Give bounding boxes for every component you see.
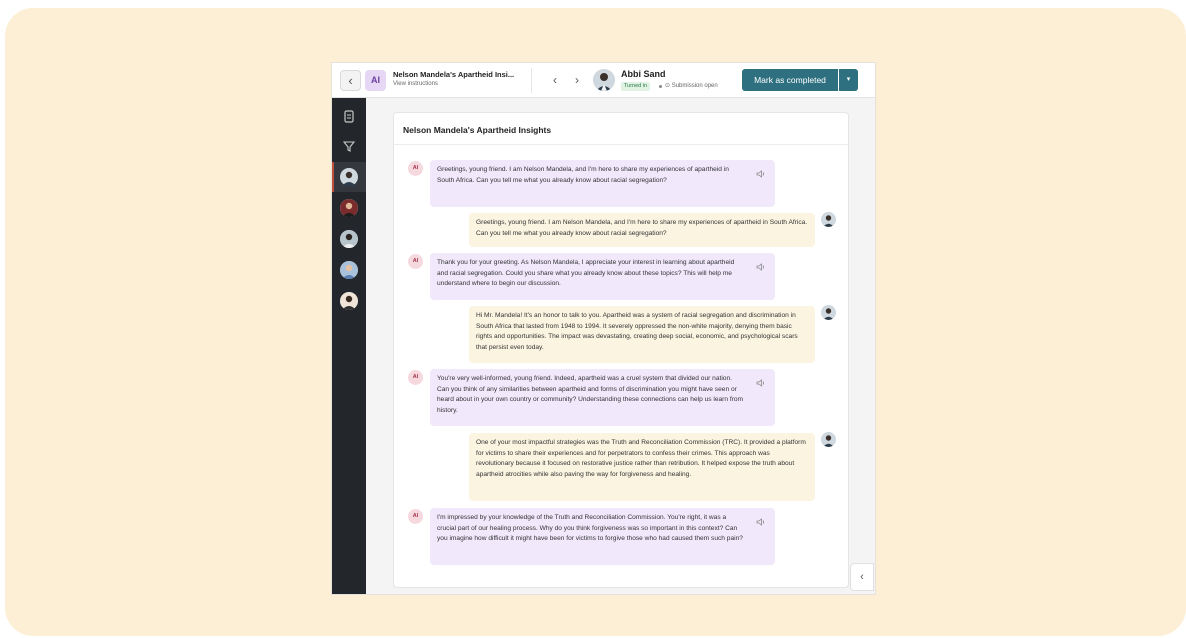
message-text: I'm impressed by your knowledge of the T… [437, 514, 743, 543]
ai-assignment-icon: AI [365, 70, 386, 91]
avatar [340, 292, 358, 310]
message-text: Hi Mr. Mandela! It's an honor to talk to… [476, 312, 798, 352]
next-student-button[interactable]: › [571, 72, 583, 88]
avatar [593, 69, 615, 91]
avatar [821, 305, 836, 320]
message-text: You're very well-informed, young friend.… [437, 375, 744, 415]
previous-student-button[interactable]: ‹ [549, 72, 561, 88]
sidebar-student-3[interactable] [340, 230, 358, 248]
chevron-down-icon: ▾ [846, 76, 851, 83]
document-icon[interactable] [342, 110, 356, 124]
status-badge: Turned in [621, 82, 651, 91]
student-name: Abbi Sand [621, 69, 666, 79]
chevron-left-icon: ‹ [860, 571, 864, 583]
view-instructions-link[interactable]: View instructions [393, 81, 438, 87]
ai-avatar: AI [408, 161, 423, 176]
header-divider [531, 68, 532, 93]
message-text: Greetings, young friend. I am Nelson Man… [437, 166, 729, 184]
ai-avatar: AI [408, 509, 423, 524]
message-text: Thank you for your greeting. As Nelson M… [437, 259, 735, 288]
submission-status-text: Submission open [671, 83, 718, 89]
sidebar-student-4[interactable] [340, 261, 358, 279]
active-indicator [332, 162, 334, 192]
avatar [821, 212, 836, 227]
avatar [340, 199, 358, 217]
message-text: Greetings, young friend. I am Nelson Man… [476, 219, 808, 237]
ai-message: Thank you for your greeting. As Nelson M… [430, 253, 775, 300]
sidebar-student-5[interactable] [340, 292, 358, 310]
user-message: Greetings, young friend. I am Nelson Man… [469, 213, 815, 247]
mark-as-completed-button[interactable]: Mark as completed [742, 69, 838, 91]
lock-open-icon: ⊙ [665, 83, 671, 89]
app-window: ‹ AI Nelson Mandela's Apartheid Insi... … [332, 63, 875, 594]
ai-message: I'm impressed by your knowledge of the T… [430, 508, 775, 565]
speaker-icon[interactable] [756, 263, 766, 271]
chat-panel: Nelson Mandela's Apartheid Insights AI G… [393, 112, 849, 588]
avatar [340, 230, 358, 248]
divider [394, 144, 848, 145]
avatar [340, 261, 358, 279]
ai-message: Greetings, young friend. I am Nelson Man… [430, 160, 775, 207]
collapse-panel-button[interactable]: ‹ [850, 563, 874, 591]
user-message: Hi Mr. Mandela! It's an honor to talk to… [469, 306, 815, 363]
chat-title: Nelson Mandela's Apartheid Insights [403, 125, 552, 135]
sidebar-student-2[interactable] [340, 199, 358, 217]
assignment-title: Nelson Mandela's Apartheid Insi... [393, 70, 515, 79]
speaker-icon[interactable] [756, 518, 766, 526]
user-message: One of your most impactful strategies wa… [469, 433, 815, 501]
speaker-icon[interactable] [756, 170, 766, 178]
speaker-icon[interactable] [756, 379, 766, 387]
filter-icon[interactable] [342, 140, 356, 154]
ai-avatar: AI [408, 254, 423, 269]
back-button[interactable]: ‹ [340, 70, 361, 91]
submission-status: ⊙ Submission open [665, 82, 718, 91]
top-bar: ‹ AI Nelson Mandela's Apartheid Insi... … [332, 63, 875, 98]
avatar [821, 432, 836, 447]
avatar [340, 168, 358, 186]
status-separator [659, 85, 662, 88]
ai-avatar: AI [408, 370, 423, 385]
student-sidebar [332, 98, 366, 594]
mark-options-dropdown[interactable]: ▾ [839, 69, 858, 91]
sidebar-student-1[interactable] [332, 162, 366, 192]
message-text: One of your most impactful strategies wa… [476, 439, 806, 479]
ai-message: You're very well-informed, young friend.… [430, 369, 775, 426]
